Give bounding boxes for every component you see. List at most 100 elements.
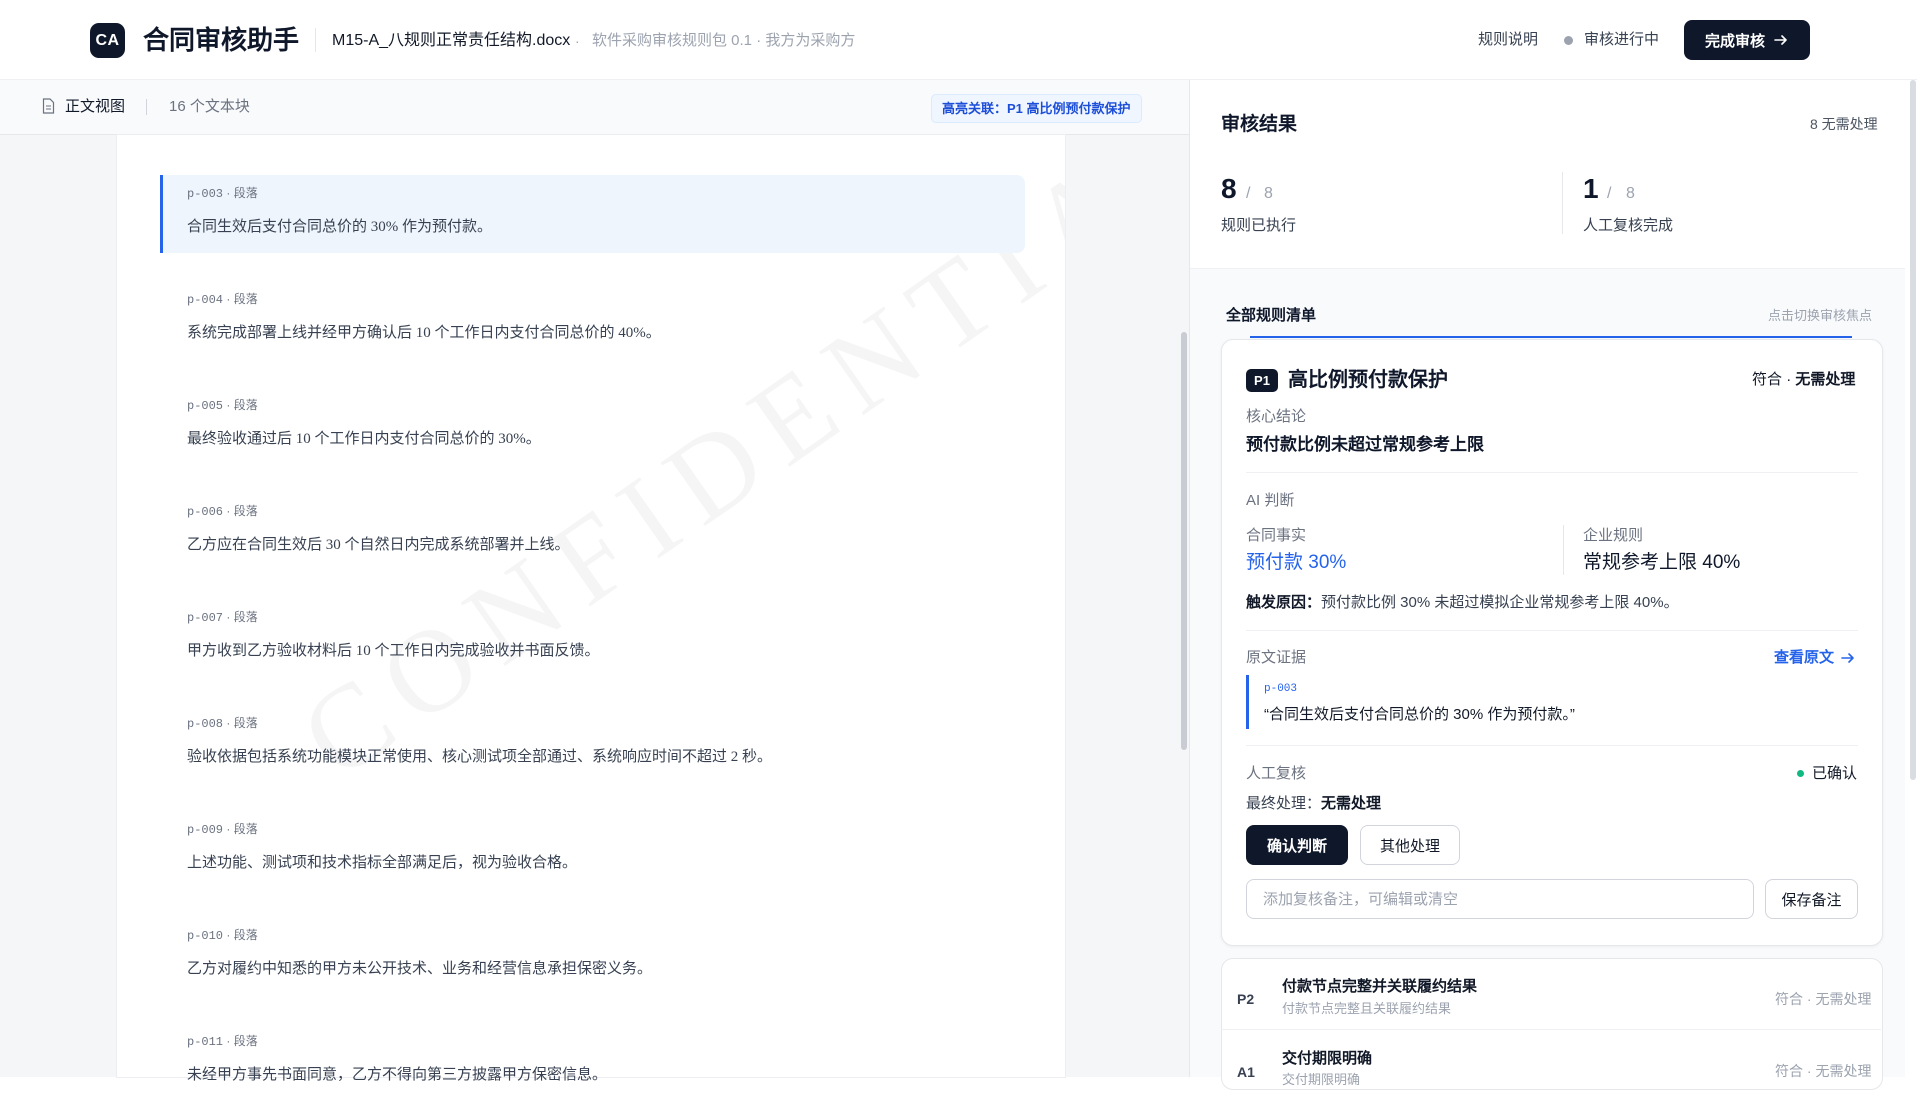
status-dot-icon — [1564, 36, 1573, 45]
toolbar-divider — [146, 99, 147, 115]
rule-status: 符合 · 无需处理 — [1752, 369, 1855, 391]
enterprise-rule-value: 常规参考上限 40% — [1583, 552, 1741, 573]
file-meta: 软件采购审核规则包 0.1 · 我方为采购方 — [592, 32, 856, 49]
file-name: M15-A_八规则正常责任结构.docx — [332, 32, 571, 49]
rule-status-separator: · — [1786, 371, 1792, 388]
rule-status-result: 符合 — [1752, 371, 1783, 388]
rule-row-title[interactable]: 付款节点完整并关联履约结果 — [1282, 976, 1477, 998]
confirm-judgement-button[interactable]: 确认判断 — [1246, 825, 1348, 865]
evidence-quote-bar — [1246, 675, 1249, 729]
manual-review-total: 8 — [1626, 185, 1635, 202]
paragraph-text: 未经甲方事先书面同意，乙方不得向第三方披露甲方保密信息。 — [187, 1067, 608, 1083]
other-handling-button[interactable]: 其他处理 — [1360, 825, 1460, 865]
final-handling: 最终处理：无需处理 — [1246, 793, 1381, 815]
final-handling-label: 最终处理： — [1246, 795, 1322, 812]
rules-executed-label: 规则已执行 — [1221, 217, 1297, 234]
paragraph-meta: p-010 · 段落 — [187, 927, 258, 944]
results-title: 审核结果 — [1221, 114, 1298, 135]
paragraph-text: 乙方应在合同生效后 30 个自然日内完成系统部署并上线。 — [187, 537, 570, 553]
manual-review-value: 1 — [1583, 173, 1599, 204]
highlight-link-tag[interactable]: 高亮关联：P1 高比例预付款保护 — [931, 94, 1142, 123]
paragraph-id: p-011 — [187, 1035, 224, 1049]
rule-row-subtitle: 交付期限明确 — [1282, 1072, 1361, 1087]
arrow-right-icon — [1841, 653, 1854, 663]
review-note-input[interactable] — [1246, 879, 1754, 919]
contract-fact-label: 合同事实 — [1246, 527, 1307, 544]
header-divider — [315, 28, 316, 52]
paragraph-meta: p-011 · 段落 — [187, 1033, 258, 1050]
rules-executed-total: 8 — [1264, 185, 1273, 202]
no-action-count: 8 无需处理 — [1810, 116, 1878, 132]
contract-fact-value: 预付款 30% — [1246, 552, 1347, 573]
trigger-reason-label: 触发原因： — [1246, 594, 1322, 611]
document-paragraph[interactable]: p-011 · 段落未经甲方事先书面同意，乙方不得向第三方披露甲方保密信息。 — [163, 1023, 1022, 1101]
enterprise-rule-label: 企业规则 — [1583, 527, 1644, 544]
document-paragraph[interactable]: p-007 · 段落 甲方收到乙方验收材料后 10 个工作日内完成验收并书面反馈。 — [163, 599, 1022, 677]
paragraph-separator: · — [226, 504, 231, 518]
paragraph-separator: · — [226, 398, 231, 412]
evidence-label: 原文证据 — [1246, 649, 1307, 666]
paragraph-meta: p-004 · 段落 — [187, 291, 258, 308]
rule-row-code: A1 — [1237, 1064, 1255, 1080]
view-source-link[interactable]: 查看原文 — [1774, 647, 1856, 669]
text-view-tab[interactable]: 正文视图 — [65, 96, 125, 118]
document-paragraph[interactable]: p-008 · 段落 验收依据包括系统功能模块正常使用、核心测试项全部通过、系统响… — [163, 705, 1022, 783]
arrow-right-icon — [1774, 35, 1787, 45]
rules-list-hint: 点击切换审核焦点 — [1768, 308, 1873, 323]
document-icon — [42, 98, 55, 114]
document-paragraph[interactable]: p-010 · 段落 乙方对履约中知悉的甲方未公开技术、业务和经营信息承担保密义务… — [163, 917, 1022, 995]
document-paragraph[interactable]: p-003 · 段落 合同生效后支付合同总价的 30% 作为预付款。 — [160, 175, 1025, 253]
paragraph-separator: · — [226, 186, 231, 200]
paragraph-id: p-009 — [187, 823, 224, 837]
evidence-paragraph-id[interactable]: p-003 — [1264, 682, 1297, 696]
paragraph-type: 段落 — [233, 928, 258, 942]
rule-row-title[interactable]: 交付期限明确 — [1282, 1048, 1372, 1070]
ai-judgement-label: AI 判断 — [1246, 492, 1295, 509]
stat-slash: / — [1607, 185, 1612, 202]
rule-row-status: 符合 · 无需处理 — [1775, 991, 1872, 1007]
paragraph-meta: p-006 · 段落 — [187, 503, 258, 520]
stat-divider — [1562, 172, 1563, 234]
paragraph-id: p-004 — [187, 293, 224, 307]
core-conclusion-label: 核心结论 — [1246, 408, 1307, 425]
paragraph-type: 段落 — [233, 716, 258, 730]
rule-code-badge: P1 — [1246, 369, 1278, 392]
document-paragraph[interactable]: p-009 · 段落 上述功能、测试项和技术指标全部满足后，视为验收合格。 — [163, 811, 1022, 889]
paragraph-type: 段落 — [233, 398, 258, 412]
rule-row-subtitle: 付款节点完整且关联履约结果 — [1282, 1001, 1452, 1016]
document-paragraph[interactable]: p-006 · 段落乙方应在合同生效后 30 个自然日内完成系统部署并上线。 — [163, 493, 1022, 571]
header-dot-separator: · — [575, 33, 580, 49]
rule-help-link[interactable]: 规则说明 — [1478, 29, 1538, 51]
rules-list-title: 全部规则清单 — [1226, 307, 1317, 324]
final-handling-value: 无需处理 — [1321, 795, 1382, 812]
finish-review-label: 完成审核 — [1704, 32, 1765, 50]
document-scrollbar-thumb[interactable] — [1181, 332, 1187, 750]
card-divider — [1246, 630, 1858, 631]
trigger-reason: 触发原因：预付款比例 30% 未超过模拟企业常规参考上限 40%。 — [1246, 592, 1679, 614]
paragraph-text: 最终验收通过后 10 个工作日内支付合同总价的 30%。 — [187, 431, 541, 447]
paragraph-meta: p-008 · 段落 — [187, 715, 258, 732]
app-logo: CA — [90, 23, 125, 58]
paragraph-type: 段落 — [233, 504, 258, 518]
save-note-button[interactable]: 保存备注 — [1765, 879, 1858, 919]
trigger-reason-text: 预付款比例 30% 未超过模拟企业常规参考上限 40%。 — [1321, 594, 1679, 611]
paragraph-id: p-008 — [187, 717, 224, 731]
rule-title: 高比例预付款保护 — [1288, 369, 1448, 391]
paragraph-separator: · — [226, 292, 231, 306]
paragraph-separator: · — [226, 610, 231, 624]
rule-row-status: 符合 · 无需处理 — [1775, 1063, 1872, 1079]
rule-status-action: 无需处理 — [1795, 371, 1856, 388]
card-divider — [1246, 472, 1858, 473]
rule-row-code: P2 — [1237, 991, 1255, 1007]
rule-row-divider — [1221, 1029, 1881, 1030]
rules-executed-value: 8 — [1221, 173, 1237, 204]
panel-scrollbar-thumb[interactable] — [1910, 80, 1916, 780]
manual-review-label: 人工复核 — [1246, 765, 1307, 782]
paragraph-meta: p-007 · 段落 — [187, 609, 258, 626]
paragraph-type: 段落 — [233, 1034, 258, 1048]
document-paragraph[interactable]: p-004 · 段落 系统完成部署上线并经甲方确认后 10 个工作日内支付合同总价… — [163, 281, 1022, 359]
finish-review-button[interactable]: 完成审核 — [1684, 20, 1810, 60]
document-paragraph[interactable]: p-005 · 段落 最终验收通过后 10 个工作日内支付合同总价的 30%。 — [163, 387, 1022, 465]
evidence-quote: “合同生效后支付合同总价的 30% 作为预付款。” — [1264, 706, 1575, 723]
paragraph-id: p-010 — [187, 929, 224, 943]
